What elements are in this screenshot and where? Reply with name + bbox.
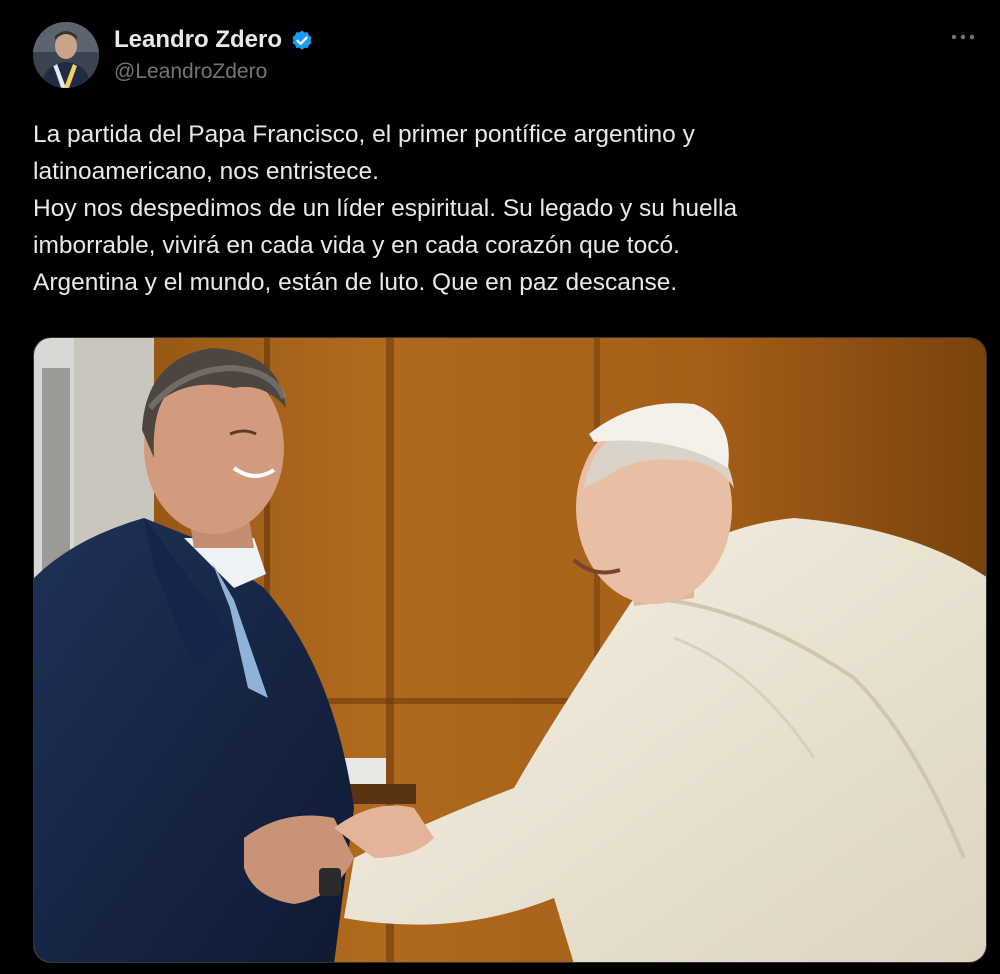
avatar-image [33, 22, 99, 88]
tweet-text-line: Argentina y el mundo, están de luto. Que… [33, 269, 678, 296]
avatar[interactable] [33, 22, 99, 88]
display-name[interactable]: Leandro Zdero [114, 26, 282, 54]
more-options-icon[interactable] [948, 22, 978, 52]
tweet: Leandro Zdero @LeandroZdero La partida d… [0, 0, 1000, 974]
verified-badge-icon [290, 28, 314, 52]
tweet-text-line: La partida del Papa Francisco, el primer… [33, 121, 695, 148]
name-row: Leandro Zdero [114, 24, 314, 56]
tweet-text-line: imborrable, vivirá en cada vida y en cad… [33, 232, 680, 259]
tweet-photo[interactable] [33, 337, 987, 963]
author-block: Leandro Zdero @LeandroZdero [114, 24, 314, 84]
tweet-text: La partida del Papa Francisco, el primer… [33, 116, 963, 301]
handle[interactable]: @LeandroZdero [114, 60, 314, 84]
tweet-text-line: latinoamericano, nos entristece. [33, 158, 379, 185]
tweet-text-line: Hoy nos despedimos de un líder espiritua… [33, 195, 738, 222]
photo-image [34, 338, 986, 962]
